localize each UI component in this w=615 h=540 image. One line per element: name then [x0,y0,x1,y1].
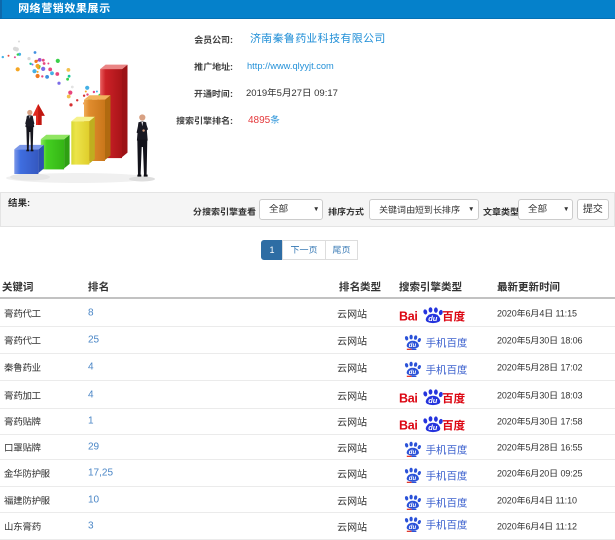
svg-text:百度: 百度 [442,309,465,324]
svg-text:du: du [409,525,417,531]
svg-text:du: du [409,344,417,350]
svg-text:Bai: Bai [399,392,418,406]
svg-text:du: du [409,371,417,377]
svg-text:Bai: Bai [399,418,418,432]
svg-text:手机百度: 手机百度 [426,495,468,510]
svg-text:百度: 百度 [442,417,465,432]
svg-text:du: du [428,423,438,432]
svg-text:du: du [409,503,417,509]
svg-text:du: du [409,450,417,456]
svg-text:百度: 百度 [442,391,465,406]
svg-text:du: du [409,476,417,482]
svg-text:手机百度: 手机百度 [426,468,468,483]
svg-text:手机百度: 手机百度 [426,336,468,351]
svg-text:du: du [428,314,438,323]
svg-text:手机百度: 手机百度 [426,363,468,378]
svg-text:Bai: Bai [399,310,418,324]
svg-text:du: du [428,396,438,405]
svg-text:手机百度: 手机百度 [426,442,468,457]
svg-text:手机百度: 手机百度 [426,517,468,532]
